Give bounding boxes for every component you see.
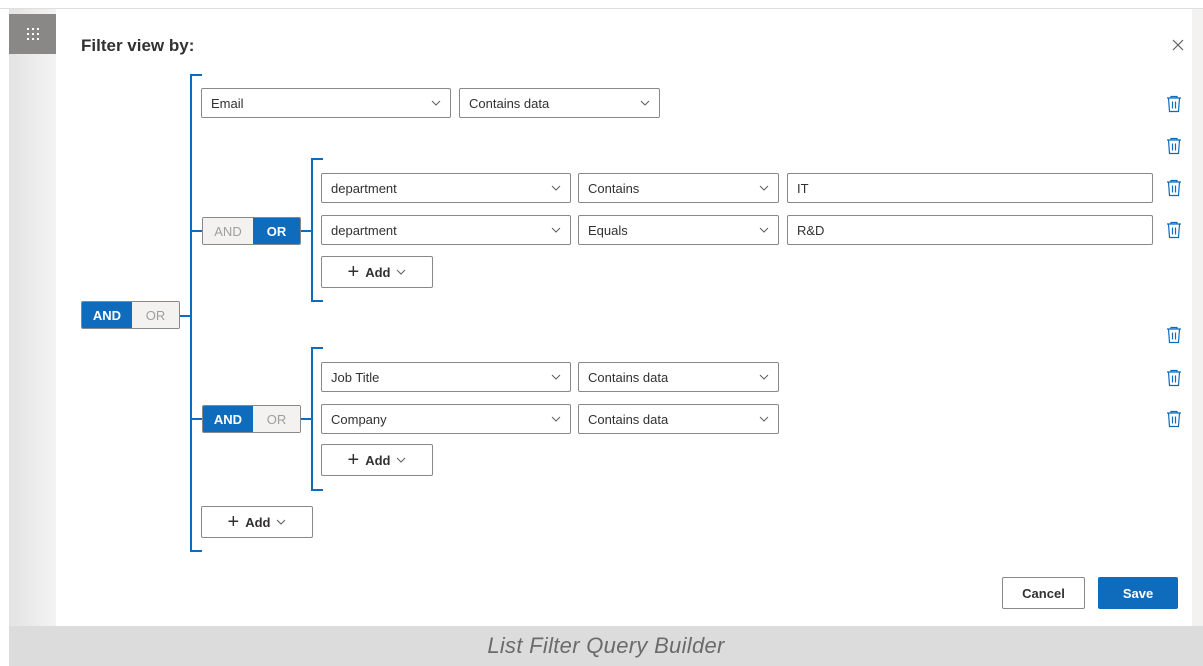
bracket-cap xyxy=(190,550,202,552)
bracket-cap xyxy=(311,300,323,302)
root-group-bracket xyxy=(190,74,192,552)
field-dropdown[interactable]: Job Title xyxy=(321,362,571,392)
field-dropdown[interactable]: Company xyxy=(321,404,571,434)
condition-value: Contains xyxy=(588,180,640,196)
condition-value: Equals xyxy=(588,222,628,238)
chevron-down-icon xyxy=(422,100,450,106)
condition-value: Contains data xyxy=(469,95,550,111)
chevron-down-icon xyxy=(542,374,570,380)
bracket-connector xyxy=(180,315,190,317)
field-dropdown[interactable]: Email xyxy=(201,88,451,118)
value-text: IT xyxy=(797,180,809,196)
group1-add-button[interactable]: + Add xyxy=(321,256,433,288)
add-label: Add xyxy=(365,264,391,280)
add-label: Add xyxy=(245,514,271,530)
delete-group2-trash-icon[interactable] xyxy=(1166,326,1182,344)
delete-group1-trash-icon[interactable] xyxy=(1166,137,1182,155)
app-launcher-button[interactable] xyxy=(9,14,56,54)
chevron-down-icon xyxy=(750,185,778,191)
left-rail xyxy=(9,9,56,626)
top-border xyxy=(0,0,1203,9)
group2-bracket xyxy=(311,347,313,491)
group1-or-button[interactable]: OR xyxy=(253,218,300,244)
root-and-button[interactable]: AND xyxy=(82,302,132,328)
bracket-cap xyxy=(190,74,202,76)
bracket-connector xyxy=(300,230,311,232)
chevron-down-icon xyxy=(750,416,778,422)
field-value: department xyxy=(331,222,397,238)
waffle-icon xyxy=(26,28,39,40)
field-dropdown[interactable]: department xyxy=(321,173,571,203)
root-or-button[interactable]: OR xyxy=(132,302,179,328)
condition-dropdown[interactable]: Contains data xyxy=(459,88,660,118)
value-input[interactable]: R&D xyxy=(787,215,1153,245)
root-operator-toggle: AND OR xyxy=(81,301,180,329)
value-input[interactable]: IT xyxy=(787,173,1153,203)
field-value: Company xyxy=(331,411,387,427)
chevron-down-icon xyxy=(542,227,570,233)
condition-value: Contains data xyxy=(588,411,669,427)
group2-or-button[interactable]: OR xyxy=(253,406,300,432)
bracket-cap xyxy=(311,158,323,160)
condition-dropdown[interactable]: Contains data xyxy=(578,362,779,392)
cancel-button[interactable]: Cancel xyxy=(1002,577,1085,609)
save-button[interactable]: Save xyxy=(1098,577,1178,609)
chevron-down-icon xyxy=(396,457,406,463)
bracket-cap xyxy=(311,347,323,349)
image-caption: List Filter Query Builder xyxy=(9,626,1203,666)
chevron-down-icon xyxy=(631,100,659,106)
dialog-title: Filter view by: xyxy=(81,36,195,55)
group1-bracket xyxy=(311,158,313,302)
root-add-button[interactable]: + Add xyxy=(201,506,313,538)
chevron-down-icon xyxy=(542,416,570,422)
field-value: Email xyxy=(211,95,244,111)
bracket-connector xyxy=(192,418,202,420)
bracket-cap xyxy=(311,489,323,491)
condition-dropdown[interactable]: Contains xyxy=(578,173,779,203)
delete-group1-row2-trash-icon[interactable] xyxy=(1166,221,1182,239)
chevron-down-icon xyxy=(542,185,570,191)
bracket-connector xyxy=(300,418,311,420)
condition-dropdown[interactable]: Equals xyxy=(578,215,779,245)
chevron-down-icon xyxy=(276,519,286,525)
delete-group2-row1-trash-icon[interactable] xyxy=(1166,369,1182,387)
group2-add-button[interactable]: + Add xyxy=(321,444,433,476)
chevron-down-icon xyxy=(750,227,778,233)
delete-group2-row2-trash-icon[interactable] xyxy=(1166,410,1182,428)
group2-operator-toggle: AND OR xyxy=(202,405,301,433)
condition-value: Contains data xyxy=(588,369,669,385)
group1-operator-toggle: AND OR xyxy=(202,217,301,245)
group2-and-button[interactable]: AND xyxy=(203,406,253,432)
right-rail xyxy=(1192,9,1203,626)
close-icon xyxy=(1172,39,1184,51)
chevron-down-icon xyxy=(396,269,406,275)
plus-icon: + xyxy=(227,511,240,533)
field-dropdown[interactable]: department xyxy=(321,215,571,245)
close-button[interactable] xyxy=(1168,35,1188,55)
field-value: department xyxy=(331,180,397,196)
add-label: Add xyxy=(365,452,391,468)
value-text: R&D xyxy=(797,222,825,238)
condition-dropdown[interactable]: Contains data xyxy=(578,404,779,434)
bracket-connector xyxy=(192,230,202,232)
plus-icon: + xyxy=(347,449,360,471)
chevron-down-icon xyxy=(750,374,778,380)
delete-group1-row1-trash-icon[interactable] xyxy=(1166,179,1182,197)
group1-and-button[interactable]: AND xyxy=(203,218,253,244)
plus-icon: + xyxy=(347,261,360,283)
field-value: Job Title xyxy=(331,369,380,385)
delete-row1-trash-icon[interactable] xyxy=(1166,95,1182,113)
